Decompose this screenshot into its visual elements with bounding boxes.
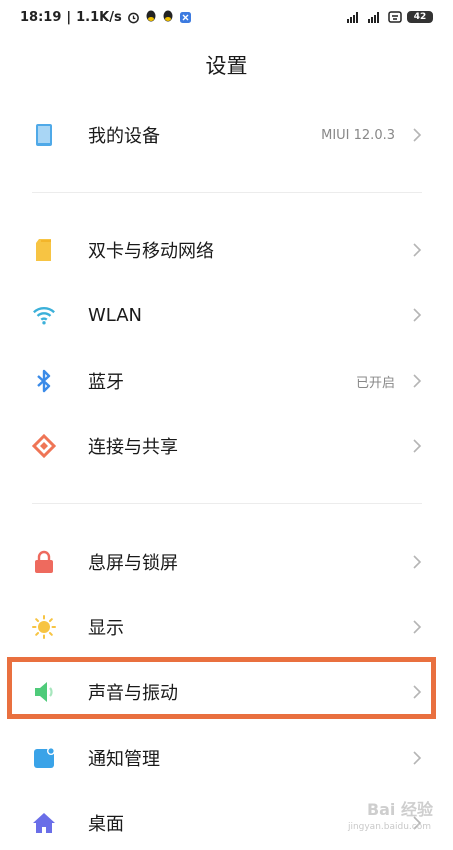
status-bar: 18:19 | 1.1K/s 42: [0, 0, 453, 34]
signal-icon: [346, 11, 362, 23]
highlight-box: [7, 657, 436, 719]
chevron-right-icon: [413, 308, 422, 322]
row-label-sim: 双卡与移动网络: [88, 241, 214, 262]
status-speed: 1.1K/s: [76, 9, 122, 25]
settings-row-connection[interactable]: 连接与共享: [0, 419, 453, 473]
settings-row-notifications[interactable]: 通知管理: [0, 731, 453, 785]
qq-icon: [145, 10, 157, 24]
status-right: 42: [346, 11, 433, 23]
share-icon: [32, 434, 56, 458]
settings-row-my-device[interactable]: 我的设备 MIUI 12.0.3: [0, 108, 453, 162]
status-time: 18:19: [20, 9, 62, 25]
notification-icon: [32, 746, 56, 770]
bluetooth-icon: [32, 369, 56, 393]
section-divider: [32, 503, 422, 504]
chevron-right-icon: [413, 751, 422, 765]
section-divider: [32, 192, 422, 193]
settings-row-sim[interactable]: 双卡与移动网络: [0, 223, 453, 277]
chevron-right-icon: [413, 128, 422, 142]
qq-icon: [162, 10, 174, 24]
row-label-notifications: 通知管理: [88, 749, 160, 770]
wifi-icon: [32, 303, 56, 327]
device-icon: [32, 123, 56, 147]
settings-row-display[interactable]: 显示: [0, 600, 453, 654]
home-icon: [32, 811, 56, 835]
row-label-wlan: WLAN: [88, 304, 143, 326]
row-label-display: 显示: [88, 618, 124, 639]
lock-icon: [32, 550, 56, 574]
watermark-url: jingyan.baidu.com: [347, 822, 431, 832]
row-label-bluetooth: 蓝牙: [88, 372, 124, 393]
page-title: 设置: [205, 54, 248, 78]
app-icon: [179, 11, 192, 24]
settings-row-lock[interactable]: 息屏与锁屏: [0, 535, 453, 589]
chevron-right-icon: [413, 374, 422, 388]
signal-icon: [367, 11, 383, 23]
row-label-lock: 息屏与锁屏: [88, 553, 178, 574]
row-value-my-device: MIUI 12.0.3: [321, 127, 395, 143]
settings-row-wlan[interactable]: WLAN: [0, 288, 453, 342]
row-label-my-device: 我的设备: [88, 126, 160, 147]
alarm-icon: [127, 11, 140, 24]
wifi-icon: [388, 11, 402, 23]
row-label-desktop: 桌面: [88, 814, 124, 835]
chevron-right-icon: [413, 439, 422, 453]
status-left: 18:19 | 1.1K/s: [20, 10, 192, 25]
row-value-bluetooth: 已开启: [355, 375, 395, 391]
sim-icon: [32, 238, 56, 262]
battery-icon: 42: [407, 11, 433, 23]
status-separator: |: [66, 9, 72, 25]
chevron-right-icon: [413, 555, 422, 569]
watermark: Bai 经验: [366, 800, 433, 819]
chevron-right-icon: [413, 243, 422, 257]
sun-icon: [32, 615, 56, 639]
chevron-right-icon: [413, 620, 422, 634]
row-label-connection: 连接与共享: [88, 437, 178, 458]
settings-row-bluetooth[interactable]: 蓝牙 已开启: [0, 354, 453, 408]
